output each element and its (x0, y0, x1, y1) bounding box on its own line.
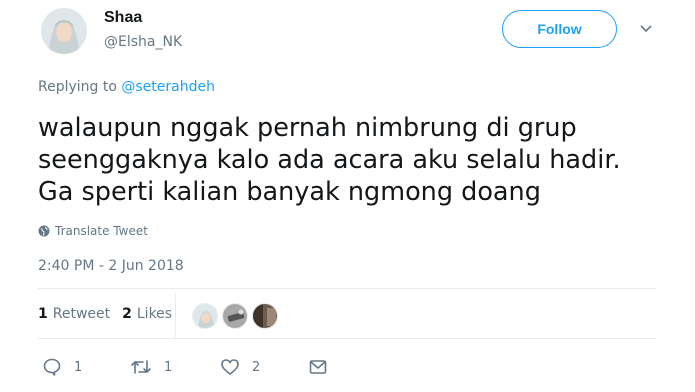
liker-avatar[interactable] (222, 303, 248, 329)
follow-button[interactable]: Follow (502, 10, 617, 48)
reply-context: Replying to @seterahdeh (38, 79, 215, 95)
avatar[interactable] (41, 8, 87, 54)
envelope-icon (309, 360, 327, 374)
chevron-down-icon[interactable] (638, 20, 654, 36)
retweet-icon (131, 360, 151, 374)
reply-count: 1 (74, 359, 83, 375)
divider (38, 338, 656, 339)
likes-stat-label: Likes (136, 306, 173, 322)
retweet-stat-label: Retweet (52, 306, 111, 322)
likes-stat[interactable]: 2 Likes (122, 306, 172, 322)
retweet-stat-count: 1 (38, 306, 48, 322)
tweet-text: walaupun nggak pernah nimbrung di grup s… (38, 113, 621, 207)
translate-label[interactable]: Translate Tweet (55, 224, 148, 238)
like-button[interactable]: 2 (220, 357, 308, 377)
divider (38, 288, 656, 289)
heart-icon (221, 359, 239, 375)
action-bar: 1 1 2 (42, 357, 340, 377)
translate-tweet-link[interactable]: Translate Tweet (38, 224, 148, 238)
like-count: 2 (252, 359, 261, 375)
retweet-count: 1 (164, 359, 173, 375)
reply-icon (43, 358, 61, 376)
reply-button[interactable]: 1 (42, 357, 130, 377)
globe-icon (38, 225, 50, 237)
direct-message-button[interactable] (308, 357, 340, 377)
likes-stat-count: 2 (122, 306, 132, 322)
display-name[interactable]: Shaa (104, 9, 142, 27)
reply-mention-link[interactable]: @seterahdeh (121, 79, 215, 95)
stats-separator (175, 293, 176, 339)
retweet-button[interactable]: 1 (130, 357, 220, 377)
liker-avatars (192, 303, 282, 329)
liker-avatar[interactable] (192, 303, 218, 329)
reply-context-prefix: Replying to (38, 79, 122, 95)
username[interactable]: @Elsha_NK (104, 34, 182, 50)
timestamp[interactable]: 2:40 PM - 2 Jun 2018 (38, 258, 184, 274)
liker-avatar[interactable] (252, 303, 278, 329)
retweet-stat[interactable]: 1 Retweet (38, 306, 110, 322)
tweet-stats: 1 Retweet 2 Likes (38, 306, 184, 322)
